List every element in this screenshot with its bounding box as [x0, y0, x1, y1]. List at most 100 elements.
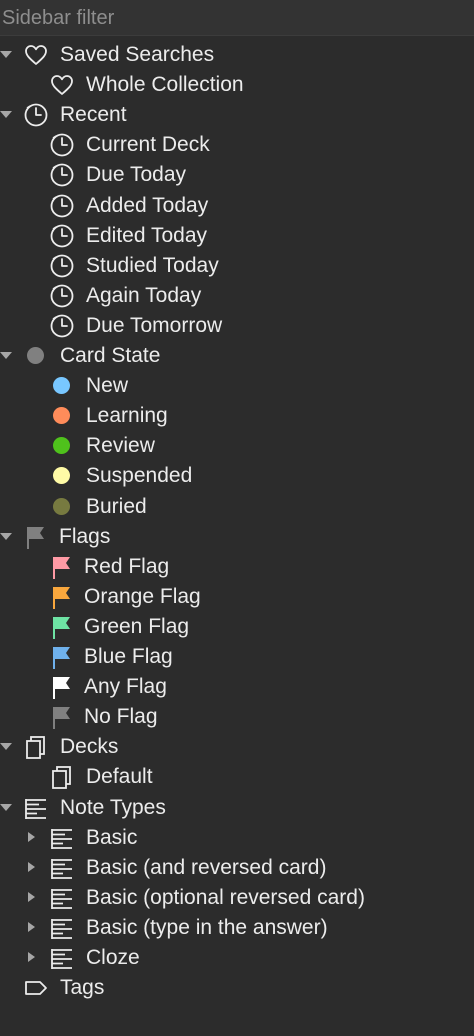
note-type-icon	[49, 885, 75, 911]
tree-item-label: Basic	[86, 825, 138, 849]
tree-item-label: Review	[86, 434, 155, 458]
tree-item-label: Due Tomorrow	[86, 313, 223, 337]
clock-icon	[23, 102, 49, 128]
sidebar-item-current-deck[interactable]: Current Deck	[0, 130, 474, 160]
sidebar-item-no-flag[interactable]: No Flag	[0, 702, 474, 732]
section-recent[interactable]: Recent	[0, 100, 474, 130]
tree-item-label: New	[86, 374, 129, 398]
expand-arrow-icon[interactable]	[0, 111, 12, 119]
tree-item-label: Card State	[60, 344, 161, 367]
tree-item-label: Orange Flag	[84, 584, 201, 608]
sidebar-item-orange-flag[interactable]: Orange Flag	[0, 582, 474, 612]
heart-icon	[49, 72, 75, 98]
tree-item-label: Recent	[60, 103, 127, 127]
clock-icon	[49, 132, 75, 158]
tree-item-label: Saved Searches	[60, 43, 215, 66]
expand-arrow-icon[interactable]	[0, 803, 12, 811]
sidebar-item-suspended[interactable]: Suspended	[0, 461, 474, 491]
section-card-state[interactable]: Card State	[0, 341, 474, 371]
sidebar-item-notetype-basic-optional-reversed-card[interactable]: Basic (optional reversed card)	[0, 883, 474, 913]
sidebar-item-deck-default[interactable]: Default	[0, 762, 474, 792]
flag-icon	[23, 524, 49, 550]
sidebar-item-added-today[interactable]: Added Today	[0, 191, 474, 221]
sidebar-item-notetype-basic-and-reversed-card[interactable]: Basic (and reversed card)	[0, 853, 474, 883]
expand-arrow-icon[interactable]	[0, 51, 12, 58]
sidebar-item-any-flag[interactable]: Any Flag	[0, 672, 474, 702]
collapse-arrow-icon[interactable]	[28, 921, 35, 932]
tree-item-label: Basic (and reversed card)	[86, 855, 327, 879]
section-tags[interactable]: Tags	[0, 973, 474, 1003]
flag-icon	[49, 644, 75, 670]
tree-item-label: Decks	[60, 735, 119, 759]
sidebar-item-notetype-cloze[interactable]: Cloze	[0, 943, 474, 973]
tree-item-label: Suspended	[86, 464, 193, 488]
sidebar-item-due-tomorrow[interactable]: Due Tomorrow	[0, 311, 474, 341]
tree-item-label: Learning	[86, 404, 168, 428]
tree-item-label: Buried	[86, 494, 147, 518]
sidebar-filter-input[interactable]	[0, 0, 474, 36]
tag-icon	[23, 975, 49, 1001]
sidebar-item-blue-flag[interactable]: Blue Flag	[0, 642, 474, 672]
flag-icon	[49, 614, 75, 640]
section-decks[interactable]: Decks	[0, 732, 474, 762]
sidebar-item-new[interactable]: New	[0, 371, 474, 401]
tree-item-label: Current Deck	[86, 133, 210, 157]
flag-icon	[49, 704, 75, 730]
collapse-arrow-icon[interactable]	[28, 952, 35, 962]
sidebar-item-red-flag[interactable]: Red Flag	[0, 552, 474, 582]
section-note-types[interactable]: Note Types	[0, 793, 474, 823]
sidebar-item-notetype-basic-type-in-the-answer[interactable]: Basic (type in the answer)	[0, 913, 474, 943]
expand-arrow-icon[interactable]	[0, 743, 12, 751]
tree-item-label: Basic (type in the answer)	[86, 915, 328, 939]
sidebar-item-due-today[interactable]: Due Today	[0, 160, 474, 190]
tree-item-label: Tags	[60, 976, 105, 1000]
sidebar-item-whole-collection[interactable]: Whole Collection	[0, 70, 474, 100]
state-dot-icon	[53, 437, 70, 455]
collapse-arrow-icon[interactable]	[28, 891, 35, 902]
tree-item-label: Red Flag	[84, 554, 170, 578]
expand-arrow-icon[interactable]	[0, 532, 12, 540]
state-dot-icon	[53, 497, 70, 515]
sidebar-item-studied-today[interactable]: Studied Today	[0, 251, 474, 281]
decks-icon	[23, 734, 49, 760]
state-dot-icon	[53, 407, 70, 425]
tree-item-label: Studied Today	[86, 253, 219, 277]
tree-item-label: Note Types	[60, 795, 166, 819]
collapse-arrow-icon[interactable]	[28, 831, 35, 842]
sidebar-item-learning[interactable]: Learning	[0, 401, 474, 431]
tree-item-label: Default	[86, 765, 153, 789]
sidebar-item-notetype-basic[interactable]: Basic	[0, 823, 474, 853]
clock-icon	[49, 313, 75, 339]
tree-item-label: Due Today	[86, 163, 187, 187]
flag-icon	[49, 584, 75, 610]
expand-arrow-icon[interactable]	[0, 352, 12, 359]
clock-icon	[49, 253, 75, 279]
sidebar-item-edited-today[interactable]: Edited Today	[0, 221, 474, 251]
sidebar-item-green-flag[interactable]: Green Flag	[0, 612, 474, 642]
sidebar-item-buried[interactable]: Buried	[0, 492, 474, 522]
tree-item-label: Edited Today	[86, 223, 208, 247]
tree-item-label: Whole Collection	[86, 73, 244, 97]
collapse-arrow-icon[interactable]	[28, 861, 35, 872]
tree-item-label: Blue Flag	[84, 645, 173, 668]
deck-icon	[49, 764, 75, 790]
state-dot-icon	[53, 467, 70, 485]
note-type-icon	[49, 915, 75, 941]
note-type-icon	[49, 825, 75, 851]
clock-icon	[49, 223, 75, 249]
tree-item-label: No Flag	[84, 705, 158, 729]
flag-icon	[49, 674, 75, 700]
tree-item-label: Added Today	[86, 193, 209, 217]
clock-icon	[49, 283, 75, 309]
tree-item-label: Green Flag	[84, 614, 190, 638]
section-saved-searches[interactable]: Saved Searches	[0, 40, 474, 70]
tree-item-label: Any Flag	[84, 675, 167, 699]
sidebar-filter[interactable]	[0, 0, 474, 36]
tree-item-label: Again Today	[86, 283, 202, 307]
heart-icon	[23, 42, 49, 68]
section-flags[interactable]: Flags	[0, 522, 474, 552]
sidebar-item-review[interactable]: Review	[0, 431, 474, 461]
sidebar-item-again-today[interactable]: Again Today	[0, 281, 474, 311]
state-dot-icon	[27, 347, 44, 364]
tree-item-label: Flags	[59, 524, 111, 548]
